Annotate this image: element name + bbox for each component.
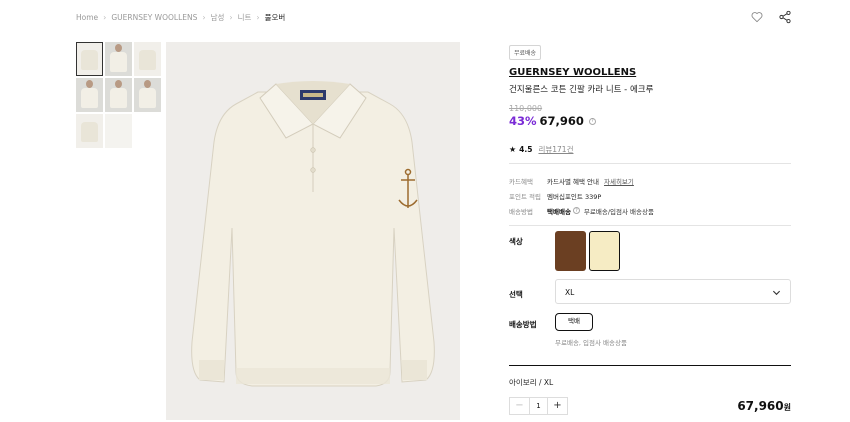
currency-unit: 원 [783,403,791,412]
breadcrumb-current[interactable]: 풀오버 [265,12,286,23]
total-price-value: 67,960 [737,399,784,413]
price-info-icon[interactable]: ? [588,117,596,125]
size-select-value: XL [565,288,575,297]
chevron-right-icon: › [229,13,233,22]
point-label: 포인트 적립 [509,192,541,201]
heart-icon[interactable] [750,10,764,24]
main-product-image[interactable] [166,42,460,420]
breadcrumb-brand[interactable]: GUERNSEY WOOLLENS [111,13,197,22]
delivery-value: 무료배송/입점사 배송상품 [583,207,654,216]
sale-price: 67,960 [539,114,584,128]
rating-score: 4.5 [519,145,533,154]
summary-divider [509,365,791,366]
price-row: 43% 67,960 ? [509,114,791,128]
breadcrumb-category[interactable]: 남성 [211,12,225,23]
card-benefit-label: 카드혜택 [509,177,533,186]
thumbnail-6[interactable] [134,78,161,112]
size-select-row: 선택 XL [509,279,791,305]
divider [509,163,791,164]
thumbnail-7[interactable] [76,114,103,148]
top-actions [750,10,792,24]
thumbnail-4[interactable] [76,78,103,112]
shipping-option-row: 배송방법 택배 무료배송, 입점사 배송상품 [509,313,791,347]
breadcrumb-subcategory[interactable]: 니트 [238,12,252,23]
star-icon: ★ [509,145,517,154]
quantity-stepper: − 1 + [509,397,568,415]
benefit-section: 카드혜택 카드사별 혜택 안내 자세히보기 포인트 적립 멤버십포인트 339P… [509,173,791,218]
color-label: 색상 [509,237,523,246]
quantity-decrease-button[interactable]: − [510,398,529,414]
thumbnail-5[interactable] [105,78,132,112]
thumbnail-1[interactable] [76,42,103,76]
thumbnail-2[interactable] [105,42,132,76]
card-benefit-row: 카드혜택 카드사별 혜택 안내 자세히보기 [509,173,791,188]
sweater-illustration [191,81,435,387]
breadcrumb-home[interactable]: Home [76,13,98,22]
size-select[interactable]: XL [555,279,791,304]
card-benefit-value: 카드사별 혜택 안내 [547,177,599,186]
point-value: 멤버십포인트 339P [547,192,602,201]
card-benefit-detail-link[interactable]: 자세히보기 [604,176,634,186]
brand-link[interactable]: GUERNSEY WOOLLENS [509,67,791,78]
breadcrumb: Home › GUERNSEY WOOLLENS › 남성 › 니트 › 풀오버 [76,12,285,23]
shipping-note: 무료배송, 입점사 배송상품 [555,339,627,347]
free-shipping-badge: 무료배송 [509,45,542,60]
delivery-row: 배송방법 택배배송 ? 무료배송/입점사 배송상품 [509,203,791,218]
share-icon[interactable] [778,10,792,24]
thumbnail-8[interactable] [105,114,132,148]
rating-row: ★ 4.5 리뷰171건 [509,144,791,155]
quantity-value[interactable]: 1 [529,398,548,414]
chevron-right-icon: › [202,13,206,22]
point-row: 포인트 적립 멤버십포인트 339P [509,188,791,203]
chevron-right-icon: › [103,13,107,22]
quantity-increase-button[interactable]: + [548,398,567,414]
chevron-right-icon: › [256,13,260,22]
original-price: 110,000 [509,104,543,113]
thumbnail-3[interactable] [134,42,161,76]
total-price: 67,960원 [737,399,791,413]
delivery-label: 배송방법 [509,207,533,216]
product-name: 건지울른스 코튼 긴팔 카라 니트 - 에크루 [509,85,654,95]
selected-option-text: 아이보리 / XL [509,378,554,387]
thumbnail-gallery [76,42,161,148]
divider [509,225,791,226]
delivery-method: 택배배송 [547,207,571,216]
shipping-label: 배송방법 [509,320,537,329]
select-label: 선택 [509,290,523,299]
shipping-chip-parcel[interactable]: 택배 [555,313,593,331]
reviews-link[interactable]: 리뷰171건 [538,144,573,155]
product-info: 무료배송 GUERNSEY WOOLLENS 건지울른스 코튼 긴팔 카라 니트… [509,40,791,415]
delivery-info-icon[interactable]: ? [572,207,580,214]
discount-rate: 43% [509,114,537,128]
chevron-down-icon [772,290,781,296]
color-option-row: 색상 [509,229,791,273]
color-swatch-brown[interactable] [555,231,586,271]
color-swatch-ivory[interactable] [589,231,620,271]
